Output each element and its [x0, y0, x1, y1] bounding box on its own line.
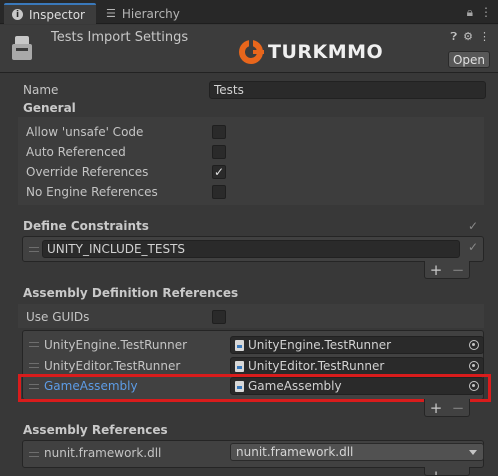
hierarchy-icon: ☰: [106, 7, 116, 20]
remove-constraint-button[interactable]: −: [452, 261, 465, 279]
allow-unsafe-checkbox[interactable]: [212, 125, 226, 139]
no-engine-references-checkbox[interactable]: [212, 185, 226, 199]
name-label: Name: [23, 83, 59, 97]
checkmark-icon: ✓: [213, 165, 225, 179]
inspector-content: Name Tests General Allow 'unsafe' Code A…: [0, 74, 498, 476]
add-asm-ref-button[interactable]: +: [430, 399, 443, 417]
tab-hierarchy[interactable]: ☰ Hierarchy: [100, 3, 210, 24]
auto-referenced-label: Auto Referenced: [26, 145, 126, 159]
watermark-logo: TURKMMO: [238, 39, 383, 65]
no-engine-references-label: No Engine References: [26, 185, 158, 199]
assembly-definition-icon: [12, 36, 32, 60]
tab-bar-controls: 🔒︎ ⋮: [467, 5, 492, 20]
chevron-down-icon: [469, 450, 477, 455]
page-title: Tests Import Settings: [51, 30, 189, 45]
constraint-valid-icon: ✓: [468, 240, 479, 254]
object-picker-icon[interactable]: [469, 340, 479, 350]
info-icon: i: [12, 9, 23, 20]
use-guids-label: Use GUIDs: [26, 310, 90, 324]
drag-handle-icon[interactable]: [29, 363, 39, 368]
constraint-field[interactable]: UNITY_INCLUDE_TESTS: [42, 240, 460, 258]
remove-asm-ref-button[interactable]: −: [452, 399, 465, 417]
asmdef-file-icon: [235, 360, 244, 372]
asm-refs-add-remove: + −: [424, 467, 470, 476]
header-icons: ❓︎ ⚙ ⋮: [451, 30, 491, 44]
lock-icon[interactable]: 🔒︎: [467, 5, 473, 20]
asmdef-file-icon: [235, 339, 244, 351]
menu-icon[interactable]: ⋮: [479, 30, 490, 44]
asm-dll-dropdown[interactable]: nunit.framework.dll: [230, 443, 484, 461]
allow-unsafe-label: Allow 'unsafe' Code: [26, 125, 144, 139]
drag-handle-icon[interactable]: [29, 342, 39, 347]
override-references-checkbox[interactable]: ✓: [212, 165, 226, 179]
object-picker-icon[interactable]: [469, 361, 479, 371]
open-button[interactable]: Open: [448, 51, 490, 68]
general-section-title: General: [23, 101, 76, 115]
name-field[interactable]: Tests: [209, 81, 486, 99]
asm-dll-value: nunit.framework.dll: [236, 445, 354, 459]
tab-inspector-label: Inspector: [29, 7, 85, 22]
remove-dll-ref-button[interactable]: −: [452, 467, 465, 475]
more-options-icon[interactable]: ⋮: [480, 5, 492, 20]
define-constraints-title: Define Constraints: [23, 219, 149, 233]
asm-ref-label: UnityEditor.TestRunner: [44, 359, 181, 373]
help-icon[interactable]: ❓︎: [451, 30, 458, 44]
settings-icon[interactable]: ⚙: [463, 30, 473, 44]
asm-dll-label: nunit.framework.dll: [44, 446, 162, 460]
logo-icon: [239, 40, 264, 64]
use-guids-checkbox[interactable]: [212, 310, 226, 324]
override-references-label: Override References: [26, 165, 149, 179]
asm-ref-value: UnityEngine.TestRunner: [248, 338, 392, 352]
inspector-header: Tests Import Settings TURKMMO ❓︎ ⚙ ⋮ Ope…: [0, 25, 498, 73]
add-constraint-button[interactable]: +: [430, 261, 443, 279]
drag-handle-icon[interactable]: [29, 452, 39, 457]
asm-ref-field[interactable]: UnityEngine.TestRunner: [230, 336, 484, 354]
auto-referenced-checkbox[interactable]: [212, 145, 226, 159]
asm-def-refs-title: Assembly Definition References: [23, 286, 239, 300]
constraints-valid-icon: ✓: [468, 219, 479, 233]
add-dll-ref-button[interactable]: +: [430, 467, 443, 475]
asm-ref-field[interactable]: UnityEditor.TestRunner: [230, 357, 484, 375]
asm-ref-label: UnityEngine.TestRunner: [44, 338, 188, 352]
highlight-box: [18, 374, 491, 402]
drag-handle-icon[interactable]: [29, 247, 39, 252]
asm-ref-value: UnityEditor.TestRunner: [248, 359, 385, 373]
constraints-add-remove: + −: [424, 261, 470, 279]
tab-hierarchy-label: Hierarchy: [121, 6, 180, 21]
asm-def-refs-add-remove: + −: [424, 399, 470, 417]
logo-text: TURKMMO: [268, 41, 384, 63]
tab-bar: i Inspector ☰ Hierarchy 🔒︎ ⋮: [0, 0, 498, 24]
asm-refs-title: Assembly References: [23, 423, 168, 437]
tab-inspector[interactable]: i Inspector: [4, 3, 96, 24]
